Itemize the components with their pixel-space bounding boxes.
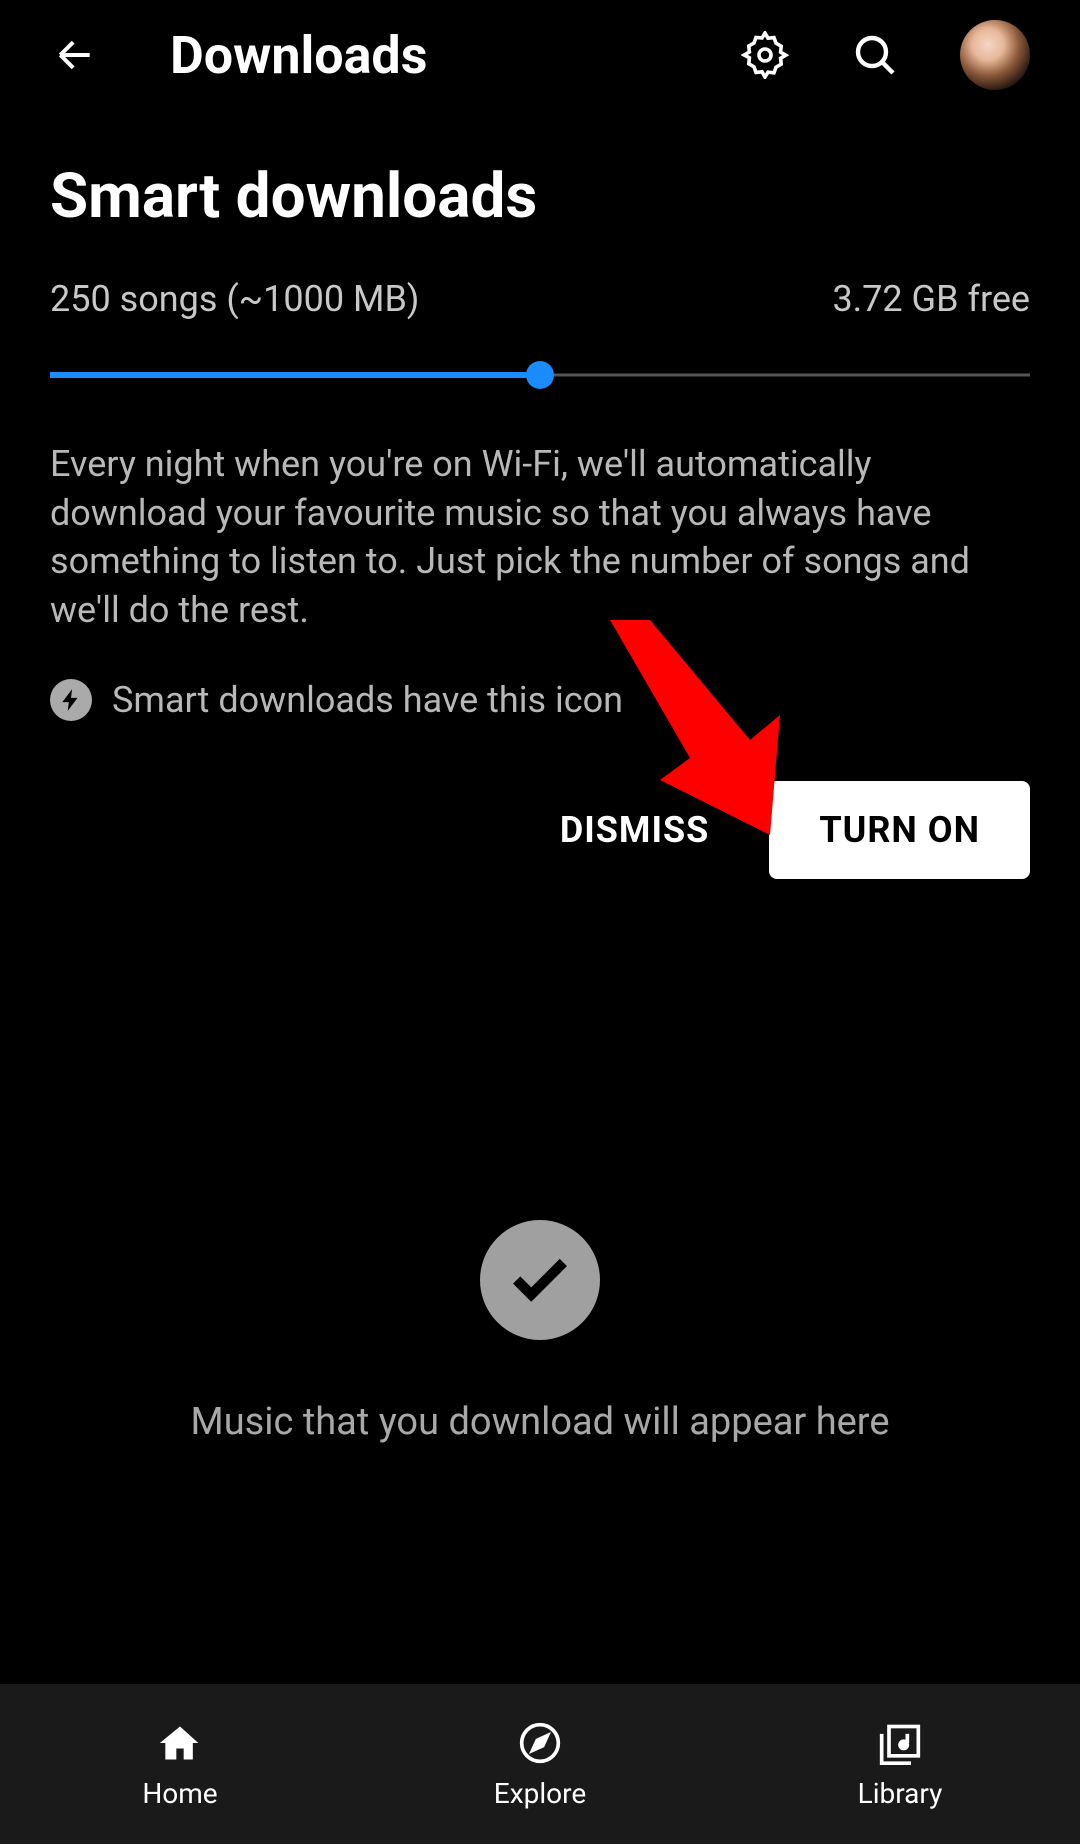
empty-state: Music that you download will appear here xyxy=(0,1220,1080,1444)
page-title: Downloads xyxy=(170,25,740,86)
nav-label: Home xyxy=(142,1777,217,1810)
avatar[interactable] xyxy=(960,20,1030,90)
stats-row: 250 songs (~1000 MB) 3.72 GB free xyxy=(50,278,1030,320)
library-icon xyxy=(876,1719,924,1767)
turn-on-button[interactable]: TURN ON xyxy=(769,781,1030,879)
bottom-nav: Home Explore Library xyxy=(0,1684,1080,1844)
back-icon[interactable] xyxy=(50,30,100,80)
slider-thumb[interactable] xyxy=(526,361,554,389)
empty-state-text: Music that you download will appear here xyxy=(191,1400,890,1444)
search-icon[interactable] xyxy=(850,30,900,80)
compass-icon xyxy=(516,1719,564,1767)
check-icon xyxy=(480,1220,600,1340)
dismiss-button[interactable]: DISMISS xyxy=(555,799,714,861)
slider-fill xyxy=(50,372,540,378)
header-actions xyxy=(740,20,1030,90)
icon-note: Smart downloads have this icon xyxy=(50,679,1030,721)
settings-icon[interactable] xyxy=(740,30,790,80)
nav-item-home[interactable]: Home xyxy=(0,1719,360,1810)
section-title: Smart downloads xyxy=(50,160,1030,233)
nav-label: Explore xyxy=(494,1777,586,1810)
songs-count-label: 250 songs (~1000 MB) xyxy=(50,278,419,320)
nav-item-library[interactable]: Library xyxy=(720,1719,1080,1810)
home-icon xyxy=(156,1719,204,1767)
main-content: Smart downloads 250 songs (~1000 MB) 3.7… xyxy=(0,110,1080,879)
header-bar: Downloads xyxy=(0,0,1080,110)
bolt-icon xyxy=(50,679,92,721)
nav-item-explore[interactable]: Explore xyxy=(360,1719,720,1810)
button-row: DISMISS TURN ON xyxy=(50,781,1030,879)
free-space-label: 3.72 GB free xyxy=(832,278,1030,320)
section-description: Every night when you're on Wi-Fi, we'll … xyxy=(50,440,1030,634)
icon-note-text: Smart downloads have this icon xyxy=(112,679,623,721)
songs-slider[interactable] xyxy=(50,360,1030,390)
nav-label: Library xyxy=(858,1777,943,1810)
